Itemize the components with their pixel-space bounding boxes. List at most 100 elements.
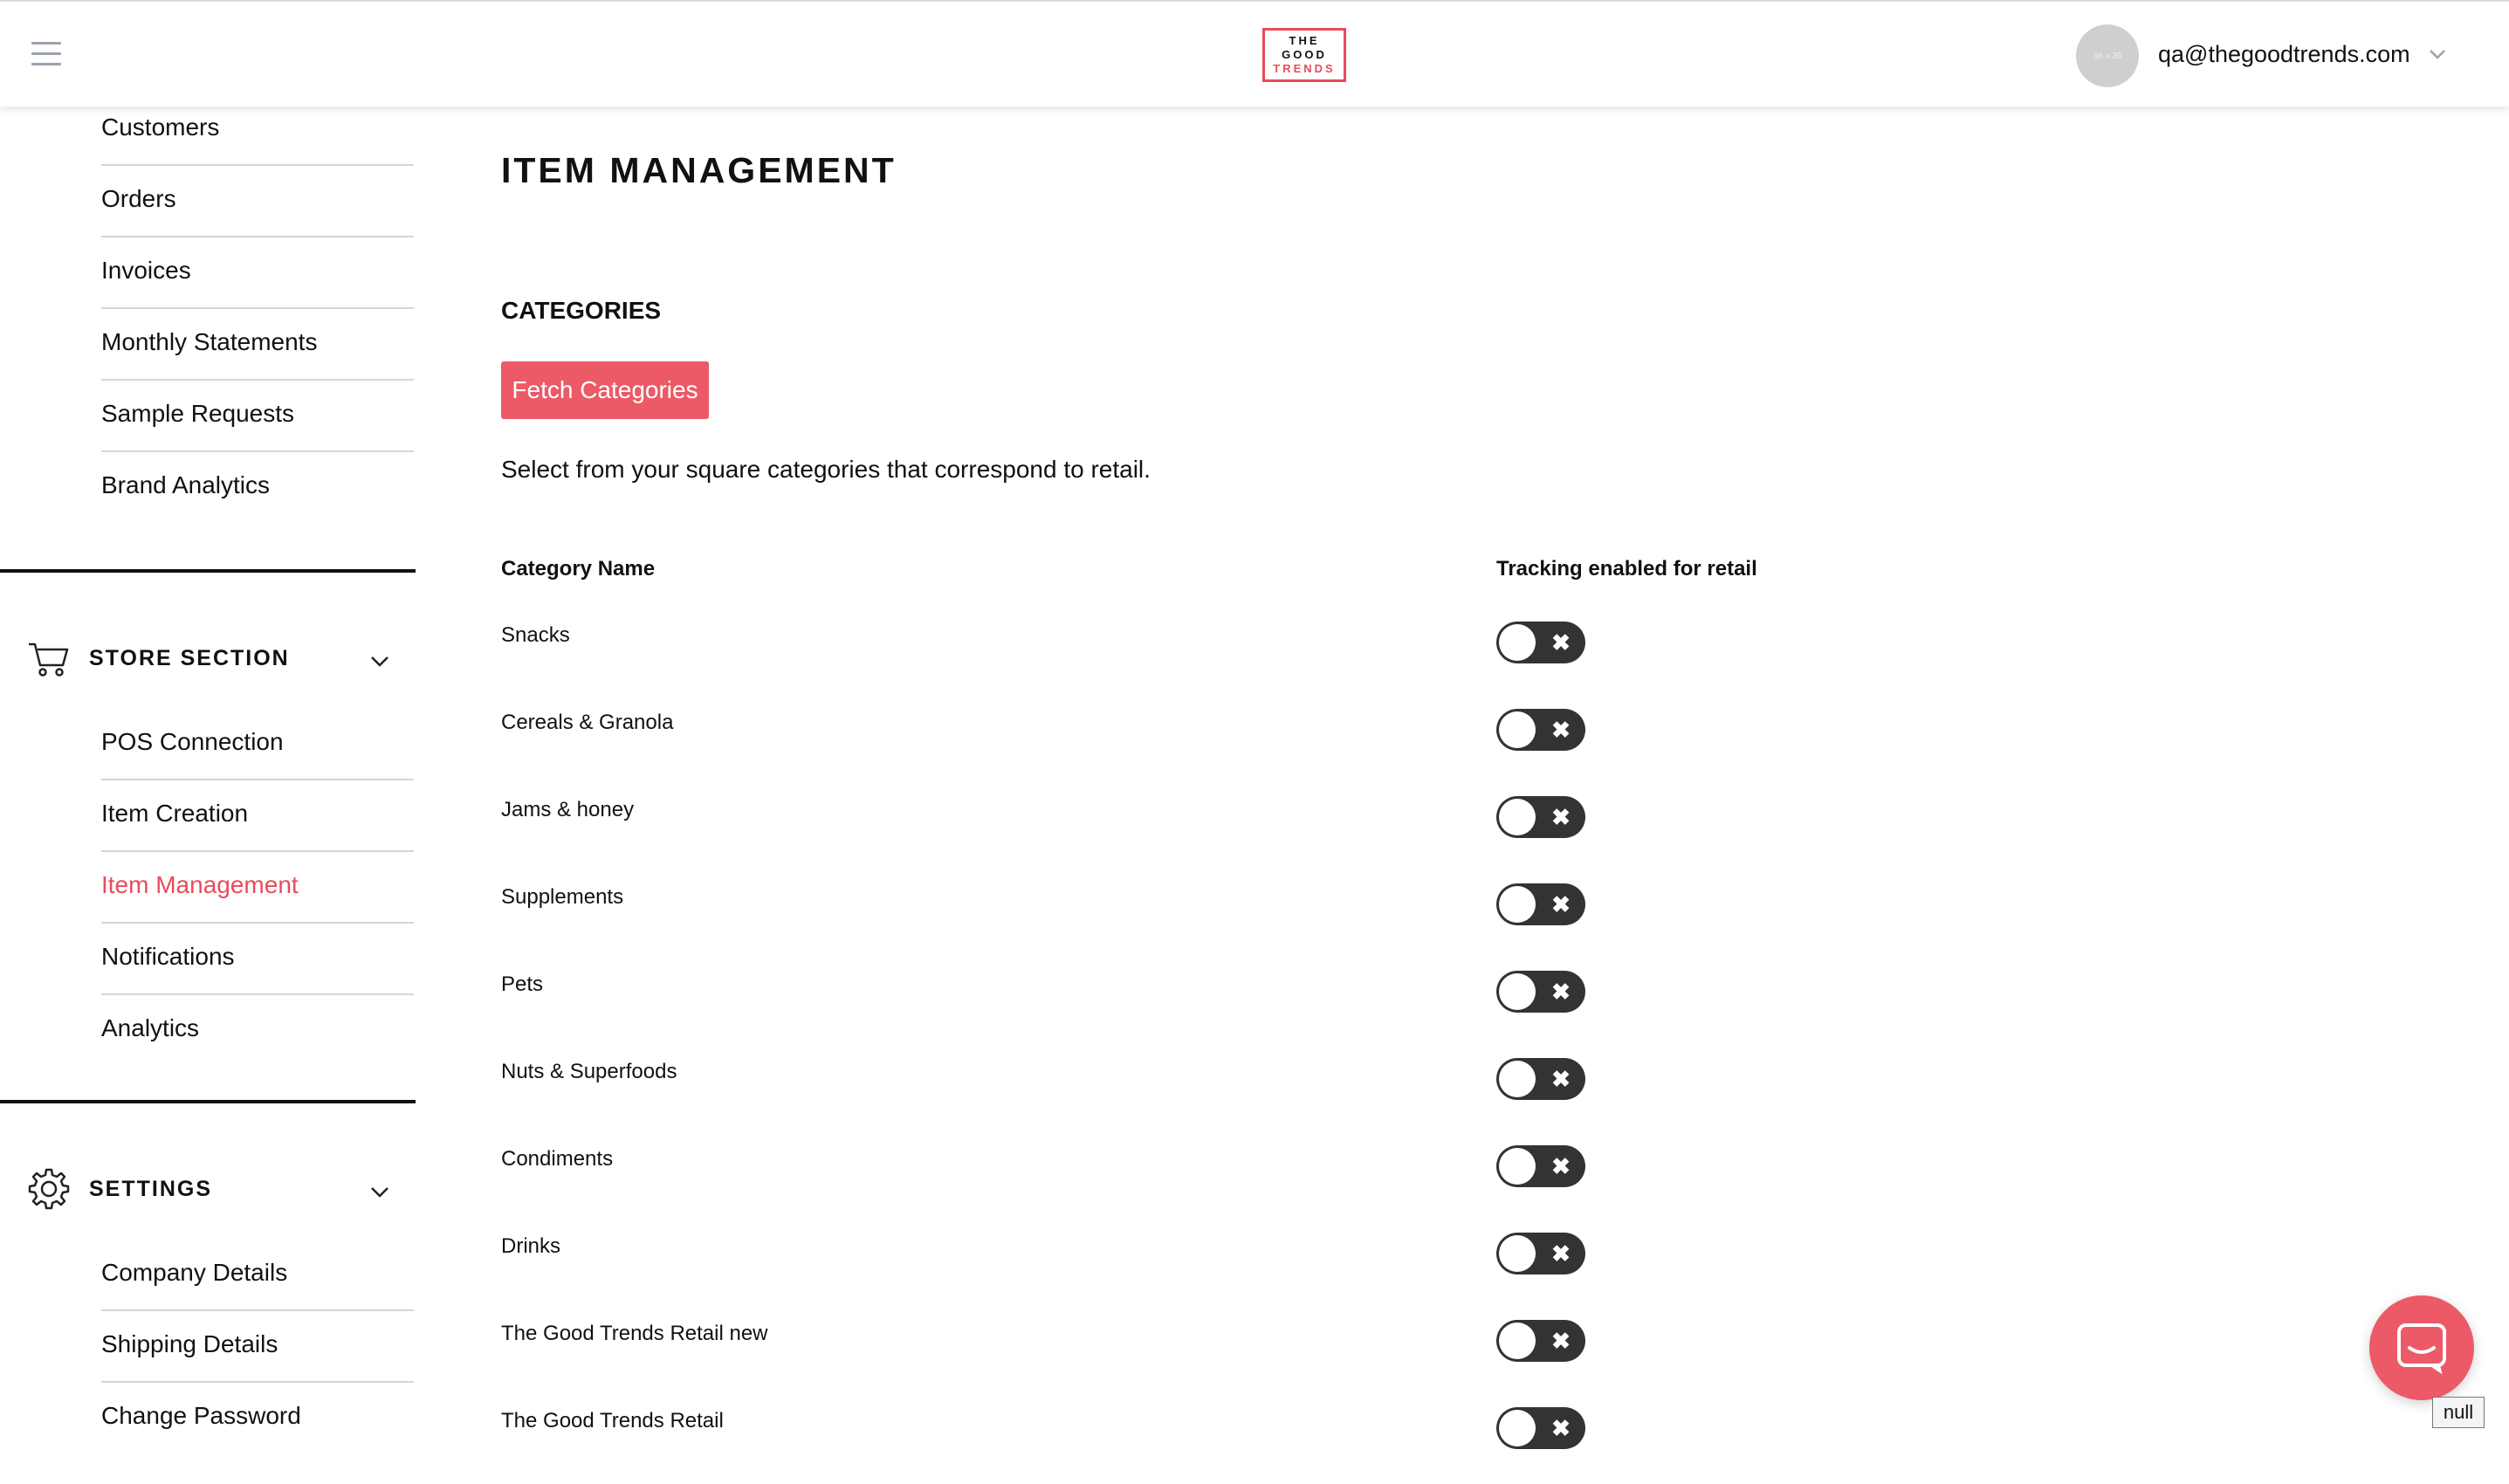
section-divider (0, 1100, 416, 1103)
sidebar-item-sample-requests[interactable]: Sample Requests (101, 393, 414, 464)
toggle-knob (1499, 1061, 1536, 1097)
tracking-toggle[interactable]: ✖ (1496, 1320, 1585, 1362)
category-name: Supplements (501, 885, 624, 909)
sidebar-item-label: Item Management (101, 871, 299, 898)
close-icon: ✖ (1551, 1415, 1571, 1441)
chat-launcher-button[interactable] (2369, 1295, 2474, 1400)
user-email[interactable]: qa@thegoodtrends.com (2158, 41, 2410, 68)
close-icon: ✖ (1551, 979, 1571, 1005)
table-row: Pets ✖ (501, 960, 1985, 1048)
tracking-toggle[interactable]: ✖ (1496, 796, 1585, 838)
tracking-toggle[interactable]: ✖ (1496, 709, 1585, 751)
close-icon: ✖ (1551, 1066, 1571, 1092)
sidebar-item-item-management[interactable]: Item Management (101, 864, 414, 936)
chevron-down-icon[interactable] (2425, 42, 2450, 66)
tracking-toggle[interactable]: ✖ (1496, 971, 1585, 1013)
sidebar-item-customers[interactable]: Customers (101, 106, 414, 178)
category-name: Drinks (501, 1234, 561, 1258)
sidebar-item-label: Invoices (101, 257, 191, 284)
sidebar-item-label: Orders (101, 185, 176, 212)
sidebar-item-label: Company Details (101, 1259, 288, 1286)
sidebar-item-label: Analytics (101, 1014, 200, 1041)
category-name: Snacks (501, 623, 570, 647)
tracking-toggle[interactable]: ✖ (1496, 1233, 1585, 1274)
close-icon: ✖ (1551, 804, 1571, 830)
settings-section-title: SETTINGS (89, 1177, 213, 1201)
logo-line-1: THE (1289, 34, 1320, 47)
store-section-header[interactable]: STORE SECTION (26, 630, 393, 683)
close-icon: ✖ (1551, 891, 1571, 917)
sidebar-item-analytics[interactable]: Analytics (101, 1007, 414, 1079)
category-name: The Good Trends Retail (501, 1409, 724, 1432)
sidebar-divider (101, 922, 414, 924)
gear-icon (28, 1168, 70, 1210)
avatar[interactable]: 36 x 36 (2076, 24, 2139, 87)
category-name: Cereals & Granola (501, 711, 674, 734)
sidebar-item-company-details[interactable]: Company Details (101, 1252, 414, 1323)
sidebar-divider (101, 307, 414, 309)
table-row: Supplements ✖ (501, 873, 1985, 960)
toggle-knob (1499, 886, 1536, 923)
sidebar-item-brand-analytics[interactable]: Brand Analytics (101, 464, 414, 536)
column-header-tracking: Tracking enabled for retail (1496, 557, 1757, 581)
toggle-knob (1499, 799, 1536, 835)
sidebar-item-pos-connection[interactable]: POS Connection (101, 721, 414, 793)
sidebar-divider (101, 164, 414, 166)
logo-line-2: GOOD (1282, 48, 1327, 61)
tracking-toggle[interactable]: ✖ (1496, 1407, 1585, 1449)
toggle-knob (1499, 973, 1536, 1010)
fetch-categories-button[interactable]: Fetch Categories (501, 361, 709, 419)
chevron-down-icon[interactable] (368, 1180, 391, 1203)
toggle-knob (1499, 1410, 1536, 1446)
sidebar-item-label: Shipping Details (101, 1330, 278, 1357)
toggle-knob (1499, 1323, 1536, 1359)
sidebar-item-shipping-details[interactable]: Shipping Details (101, 1323, 414, 1395)
sidebar-item-item-creation[interactable]: Item Creation (101, 793, 414, 864)
close-icon: ✖ (1551, 1240, 1571, 1267)
categories-heading: CATEGORIES (501, 297, 662, 324)
sidebar-divider (101, 236, 414, 237)
category-name: Pets (501, 972, 544, 996)
tracking-toggle[interactable]: ✖ (1496, 1058, 1585, 1100)
close-icon: ✖ (1551, 1328, 1571, 1354)
tracking-toggle[interactable]: ✖ (1496, 1145, 1585, 1187)
sidebar-item-label: Customers (101, 113, 220, 141)
close-icon: ✖ (1551, 1153, 1571, 1179)
tracking-toggle[interactable]: ✖ (1496, 883, 1585, 925)
category-name: Jams & honey (501, 798, 635, 821)
brand-logo[interactable]: THE GOOD TRENDS (1262, 28, 1346, 82)
category-name: The Good Trends Retail new (501, 1322, 768, 1345)
logo-line-3: TRENDS (1273, 62, 1336, 75)
table-row: The Good Trends Retail new ✖ (501, 1309, 1985, 1397)
sidebar-item-label: Monthly Statements (101, 328, 318, 355)
sidebar-item-invoices[interactable]: Invoices (101, 250, 414, 321)
column-header-category-name: Category Name (501, 557, 656, 581)
toggle-knob (1499, 711, 1536, 748)
sidebar-item-change-password[interactable]: Change Password (101, 1395, 414, 1467)
toggle-knob (1499, 1235, 1536, 1272)
toggle-knob (1499, 1148, 1536, 1185)
chevron-down-icon[interactable] (368, 649, 391, 672)
sidebar-divider (101, 1309, 414, 1311)
table-row: Jams & honey ✖ (501, 786, 1985, 873)
category-name: Condiments (501, 1147, 614, 1171)
table-row: Drinks ✖ (501, 1222, 1985, 1309)
close-icon: ✖ (1551, 629, 1571, 656)
tracking-toggle[interactable]: ✖ (1496, 622, 1585, 663)
sidebar: Customers Orders Invoices Monthly Statement… (0, 106, 416, 1433)
store-section-title: STORE SECTION (89, 646, 290, 670)
sidebar-item-orders[interactable]: Orders (101, 178, 414, 250)
sidebar-item-monthly-statements[interactable]: Monthly Statements (101, 321, 414, 393)
avatar-placeholder-text: 36 x 36 (2093, 51, 2122, 61)
sidebar-item-label: Item Creation (101, 800, 249, 827)
settings-section-header[interactable]: SETTINGS (26, 1161, 393, 1213)
sidebar-item-label: Change Password (101, 1402, 301, 1429)
sidebar-item-label: Notifications (101, 943, 235, 970)
page-title: ITEM MANAGEMENT (501, 150, 897, 190)
hamburger-menu-icon[interactable] (31, 42, 61, 68)
table-row: The Good Trends Retail ✖ (501, 1397, 1985, 1484)
category-list: Snacks ✖ Cereals & Granola ✖ Jams & honey ✖ Su… (501, 611, 1985, 1484)
top-bar: THE GOOD TRENDS 36 x 36 qa@thegoodtrends… (0, 0, 2509, 106)
sidebar-item-notifications[interactable]: Notifications (101, 936, 414, 1007)
table-row: Condiments ✖ (501, 1135, 1985, 1222)
